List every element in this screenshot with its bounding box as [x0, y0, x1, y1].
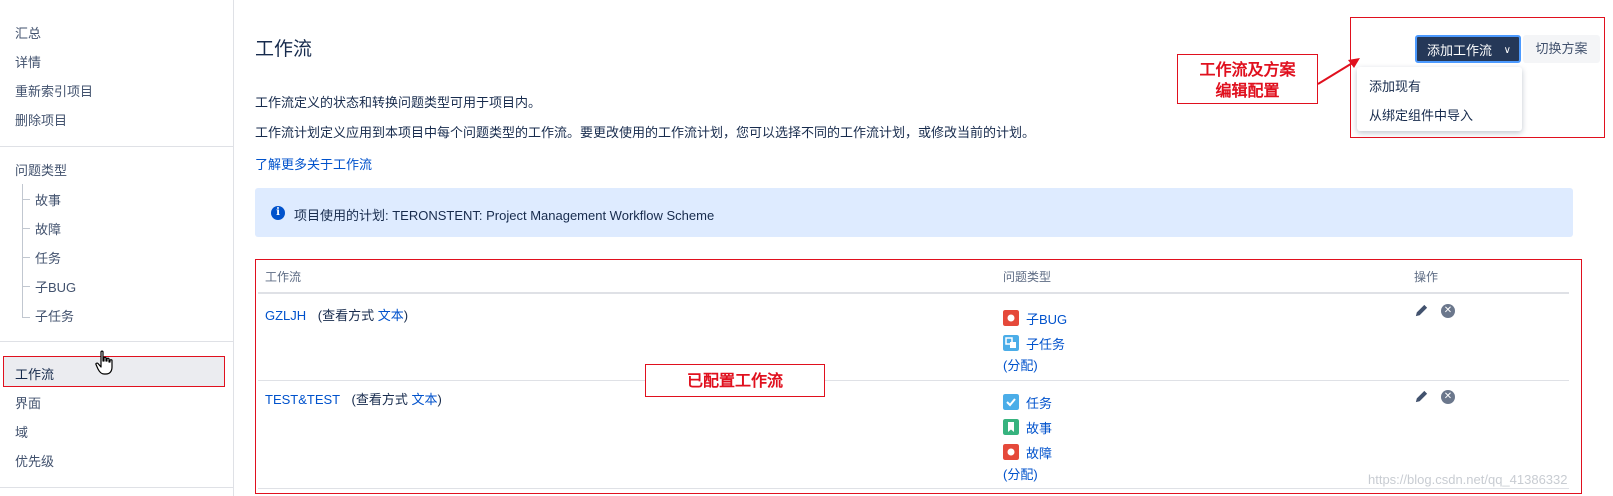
- sidebar-item-details[interactable]: 详情: [15, 52, 41, 71]
- page-description-2: 工作流计划定义应用到本项目中每个问题类型的工作流。要更改使用的工作流计划，您可以…: [255, 125, 1036, 140]
- annotation-arrow-icon: [1317, 58, 1360, 85]
- sidebar-item-sub-bug[interactable]: 子BUG: [35, 277, 76, 296]
- sidebar-item-workflows[interactable]: 工作流: [15, 364, 54, 383]
- page-description-1: 工作流定义的状态和转换问题类型可用于项目内。: [255, 95, 542, 110]
- annotation-box-table: [255, 259, 1582, 494]
- sidebar-item-priorities[interactable]: 优先级: [15, 451, 54, 470]
- annotation-line-1: 工作流及方案: [1199, 60, 1296, 79]
- tree-tick: [22, 199, 30, 200]
- sidebar-divider: [0, 487, 233, 488]
- sidebar-item-story[interactable]: 故事: [35, 190, 61, 209]
- hand-cursor-icon: [95, 350, 113, 375]
- tree-line: [22, 184, 23, 318]
- page-title: 工作流: [255, 39, 313, 60]
- annotation-line-2: 编辑配置: [1215, 81, 1280, 100]
- project-sidebar: 汇总 详情 重新索引项目 删除项目 问题类型 故事 故障 任务 子BUG 子任务…: [0, 0, 234, 496]
- annotation-label-configured: 已配置工作流: [645, 364, 825, 397]
- sidebar-item-screens[interactable]: 界面: [15, 393, 41, 412]
- sidebar-item-subtask[interactable]: 子任务: [35, 306, 74, 325]
- annotation-box-toolbar: [1350, 17, 1605, 138]
- tree-tick: [22, 257, 30, 258]
- sidebar-item-bug[interactable]: 故障: [35, 219, 61, 238]
- info-message: i 项目使用的计划: TERONSTENT: Project Managemen…: [255, 188, 1573, 237]
- sidebar-divider: [0, 146, 233, 147]
- tree-tick: [22, 228, 30, 229]
- learn-more-link[interactable]: 了解更多关于工作流: [255, 154, 372, 173]
- watermark: https://blog.csdn.net/qq_41386332: [1368, 472, 1568, 487]
- tree-tick: [22, 317, 30, 318]
- sidebar-item-delete-project[interactable]: 删除项目: [15, 110, 67, 129]
- info-message-text: 项目使用的计划: TERONSTENT: Project Management …: [294, 208, 715, 223]
- sidebar-item-reindex[interactable]: 重新索引项目: [15, 81, 93, 100]
- tree-tick: [22, 286, 30, 287]
- sidebar-item-summary[interactable]: 汇总: [15, 23, 41, 42]
- annotation-label-scheme: 工作流及方案 编辑配置: [1177, 54, 1318, 104]
- sidebar-divider: [0, 341, 233, 342]
- sidebar-item-task[interactable]: 任务: [35, 248, 61, 267]
- sidebar-item-issue-types[interactable]: 问题类型: [15, 160, 67, 179]
- info-icon: i: [271, 206, 285, 220]
- sidebar-item-fields[interactable]: 域: [15, 422, 28, 441]
